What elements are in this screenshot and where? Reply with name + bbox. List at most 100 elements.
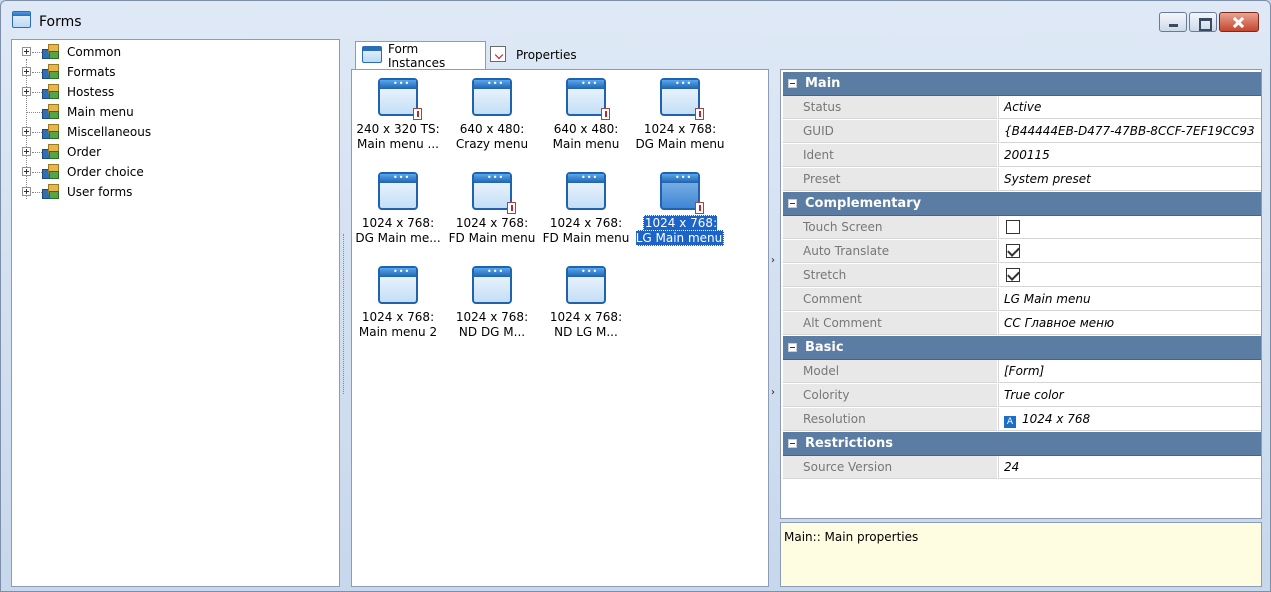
property-row-guid[interactable]: GUID {B44444EB-D477-47BB-8CCF-7EF19CC93 — [783, 120, 1261, 144]
property-name: Colority — [783, 384, 997, 407]
tree-splitter[interactable] — [342, 234, 348, 394]
property-row-comment[interactable]: Comment LG Main menu — [783, 288, 1261, 312]
category-complementary[interactable]: Complementary — [783, 192, 1261, 216]
expand-icon[interactable] — [22, 47, 31, 56]
form-icon — [362, 46, 382, 63]
property-row-alt-comment[interactable]: Alt Comment СС Главное меню — [783, 312, 1261, 336]
instance-label-line1: 1024 x 768: — [455, 310, 529, 324]
property-name: Preset — [783, 168, 997, 191]
tree-item-order-choice[interactable]: Order choice — [12, 162, 212, 182]
property-value[interactable]: A 1024 x 768 — [998, 408, 1261, 431]
property-row-ident[interactable]: Ident 200115 — [783, 144, 1261, 168]
form-instance-item-selected[interactable]: ••• 1024 x 768: LG Main menu — [634, 166, 726, 254]
touch-screen-checkbox[interactable] — [1006, 220, 1020, 234]
forms-window: Forms Common Formats Hostess Main menu M… — [0, 0, 1271, 592]
form-instance-item[interactable]: ••• 240 x 320 TS: Main menu ... — [352, 72, 444, 160]
property-row-preset[interactable]: Preset System preset — [783, 168, 1261, 192]
property-row-stretch[interactable]: Stretch — [783, 264, 1261, 288]
property-row-model[interactable]: Model [Form] — [783, 360, 1261, 384]
warning-icon — [695, 202, 704, 214]
forms-group-icon — [42, 123, 60, 140]
tree-item-miscellaneous[interactable]: Miscellaneous — [12, 122, 212, 142]
form-instance-item[interactable]: ••• 1024 x 768: ND LG M... — [540, 260, 632, 348]
expand-icon[interactable] — [22, 67, 31, 76]
tree-item-main-menu[interactable]: Main menu — [12, 102, 212, 122]
form-instance-item[interactable]: ••• 1024 x 768: FD Main menu — [540, 166, 632, 254]
stretch-checkbox[interactable] — [1006, 268, 1020, 282]
property-row-colority[interactable]: Colority True color — [783, 384, 1261, 408]
form-instance-item[interactable]: ••• 1024 x 768: DG Main menu — [634, 72, 726, 160]
forms-group-icon — [42, 43, 60, 60]
expand-icon[interactable] — [22, 87, 31, 96]
property-name: GUID — [783, 120, 997, 143]
property-value[interactable]: [Form] — [998, 360, 1261, 383]
auto-translate-checkbox[interactable] — [1006, 244, 1020, 258]
property-value[interactable]: {B44444EB-D477-47BB-8CCF-7EF19CC93 — [998, 120, 1261, 143]
collapse-icon[interactable] — [788, 343, 797, 352]
collapse-icon[interactable] — [788, 439, 797, 448]
instance-label-line1: 240 x 320 TS: — [356, 122, 440, 136]
property-row-status[interactable]: Status Active — [783, 96, 1261, 120]
instance-label-line1: 640 x 480: — [459, 122, 525, 136]
property-name: Auto Translate — [783, 240, 997, 263]
tab-form-instances[interactable]: Form Instances — [355, 41, 486, 70]
form-instance-item[interactable]: ••• 640 x 480: Main menu — [540, 72, 632, 160]
expand-icon[interactable] — [22, 147, 31, 156]
property-row-source-version[interactable]: Source Version 24 — [783, 456, 1261, 480]
property-name: Resolution — [783, 408, 997, 431]
category-title: Restrictions — [805, 436, 893, 451]
category-restrictions[interactable]: Restrictions — [783, 432, 1261, 456]
forms-tree[interactable]: Common Formats Hostess Main menu Miscell… — [11, 39, 340, 587]
tab-properties[interactable]: Properties — [486, 41, 586, 69]
tab-label: Form Instances — [388, 42, 446, 70]
property-row-resolution[interactable]: Resolution A 1024 x 768 — [783, 408, 1261, 432]
property-row-auto-translate[interactable]: Auto Translate — [783, 240, 1261, 264]
window-controls — [1159, 12, 1259, 32]
category-main[interactable]: Main — [783, 72, 1261, 96]
category-basic[interactable]: Basic — [783, 336, 1261, 360]
property-name: Alt Comment — [783, 312, 997, 335]
property-name: Stretch — [783, 264, 997, 287]
form-instance-item[interactable]: ••• 1024 x 768: Main menu 2 — [352, 260, 444, 348]
resolution-icon: A — [1004, 416, 1016, 428]
tree-item-common[interactable]: Common — [12, 42, 212, 62]
maximize-button[interactable] — [1189, 12, 1217, 32]
property-value[interactable]: 200115 — [998, 144, 1261, 167]
expand-icon[interactable] — [22, 187, 31, 196]
property-value[interactable]: Active — [998, 96, 1261, 119]
close-button[interactable] — [1219, 12, 1259, 32]
instance-label-line1: 1024 x 768: — [361, 216, 435, 230]
form-instances-view[interactable]: ••• 240 x 320 TS: Main menu ... ••• 640 x… — [351, 69, 769, 587]
property-row-touch-screen[interactable]: Touch Screen — [783, 216, 1261, 240]
expand-icon[interactable] — [22, 127, 31, 136]
forms-group-icon — [42, 143, 60, 160]
instance-label-line2: FD Main menu — [542, 231, 630, 245]
instance-label-line2: DG Main menu — [635, 137, 725, 151]
collapse-icon[interactable] — [788, 199, 797, 208]
tree-item-hostess[interactable]: Hostess — [12, 82, 212, 102]
property-value[interactable]: 24 — [998, 456, 1261, 479]
title-bar[interactable]: Forms — [1, 1, 1270, 37]
collapse-right-arrow-icon[interactable]: › — [771, 255, 779, 266]
form-instance-item[interactable]: ••• 1024 x 768: ND DG M... — [446, 260, 538, 348]
form-instance-icon: ••• — [472, 78, 512, 116]
expand-icon[interactable] — [22, 167, 31, 176]
property-value[interactable]: LG Main menu — [998, 288, 1261, 311]
property-grid[interactable]: Main Status Active GUID {B44444EB-D477-4… — [780, 69, 1262, 519]
tree-item-order[interactable]: Order — [12, 142, 212, 162]
forms-group-icon — [42, 103, 60, 120]
form-instance-item[interactable]: ••• 1024 x 768: DG Main me... — [352, 166, 444, 254]
form-instance-item[interactable]: ••• 1024 x 768: FD Main menu — [446, 166, 538, 254]
form-instance-item[interactable]: ••• 640 x 480: Crazy menu — [446, 72, 538, 160]
collapse-icon[interactable] — [788, 79, 797, 88]
tree-item-label: Miscellaneous — [67, 125, 152, 139]
tree-item-formats[interactable]: Formats — [12, 62, 212, 82]
instance-label-line2: FD Main menu — [448, 231, 536, 245]
collapse-right-arrow-icon[interactable]: › — [771, 387, 779, 398]
property-value[interactable]: СС Главное меню — [998, 312, 1261, 335]
warning-icon — [695, 108, 704, 120]
property-value[interactable]: True color — [998, 384, 1261, 407]
property-value[interactable]: System preset — [998, 168, 1261, 191]
minimize-button[interactable] — [1159, 12, 1187, 32]
tree-item-user-forms[interactable]: User forms — [12, 182, 212, 202]
